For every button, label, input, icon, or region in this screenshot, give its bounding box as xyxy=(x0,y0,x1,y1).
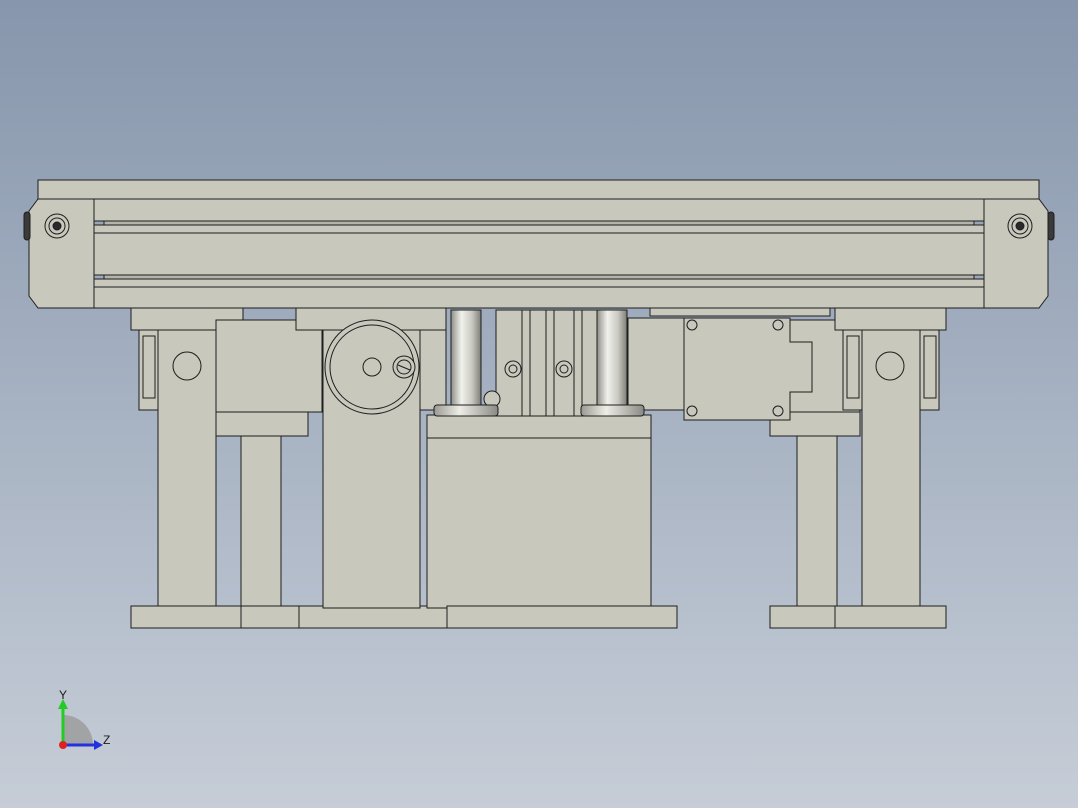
leg-bolt-hole xyxy=(875,351,905,381)
cad-model-view[interactable]: Y Z xyxy=(0,0,1078,808)
graphics-viewport[interactable]: Y Z xyxy=(0,0,1078,808)
right-support-leg[interactable] xyxy=(834,307,947,629)
triad-quadrant xyxy=(63,715,93,745)
stepper-motor-mount[interactable] xyxy=(627,317,813,421)
motor-screw-icon xyxy=(772,405,784,417)
motor-screw-icon xyxy=(772,319,784,331)
motor-screw-icon xyxy=(686,405,698,417)
triad-y-label: Y xyxy=(59,688,67,702)
triad-z-label: Z xyxy=(103,733,110,747)
x-axis-point-icon xyxy=(59,741,67,749)
top-rail-beam[interactable] xyxy=(28,179,1049,309)
cylinder-block[interactable] xyxy=(426,414,678,629)
leg-bolt-hole xyxy=(172,351,202,381)
motor-screw-icon xyxy=(686,319,698,331)
orientation-triad: Y Z xyxy=(58,688,110,750)
